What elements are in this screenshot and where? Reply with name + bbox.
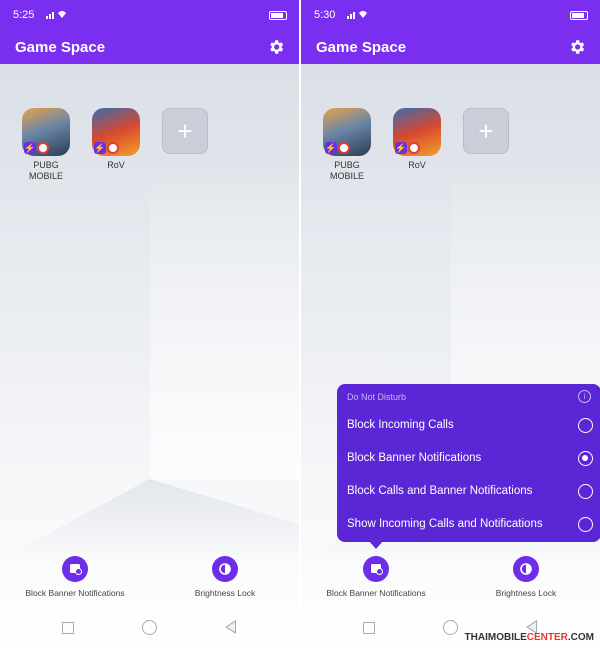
back-icon[interactable] (225, 620, 236, 634)
radio-button[interactable] (578, 517, 593, 532)
option-label: Show Incoming Calls and Notifications (347, 518, 543, 530)
gear-icon[interactable] (568, 38, 586, 56)
button-label: Brightness Lock (194, 588, 256, 598)
block-banner-notifications-button[interactable]: Block Banner Notifications (5, 556, 145, 598)
battery-icon (269, 11, 287, 20)
signal-wifi-icon (347, 10, 369, 22)
add-game-button[interactable]: + (162, 108, 208, 154)
page-title: Game Space (15, 39, 106, 56)
info-icon[interactable]: i (578, 390, 591, 403)
page-title: Game Space (316, 39, 407, 56)
game-boost-badge-icon: ⚡ (395, 142, 407, 154)
rov-app-icon: ⚡ (393, 108, 441, 156)
recent-apps-icon[interactable] (62, 622, 74, 634)
game-name: PUBG MOBILE (329, 160, 364, 181)
popup-pointer (369, 541, 383, 549)
game-tile-pubg[interactable]: ⚡ PUBG MOBILE (321, 108, 373, 182)
battery-icon (570, 11, 588, 20)
option-label: Block Calls and Banner Notifications (347, 485, 533, 497)
watermark-part: THAIMOBILE (464, 632, 527, 643)
signal-wifi-icon (46, 10, 68, 22)
option-block-calls-and-banner[interactable]: Block Calls and Banner Notifications (347, 480, 593, 504)
status-time: 5:30 (314, 9, 336, 21)
status-bar: 5:25 (0, 0, 299, 30)
add-game-button[interactable]: + (463, 108, 509, 154)
right-screen: 5:30 Game Space ⚡ PUBG MOBILE ⚡ RoV + Do… (301, 0, 600, 650)
status-time: 5:25 (13, 9, 35, 21)
home-icon[interactable] (142, 620, 157, 635)
game-boost-badge-icon: ⚡ (325, 142, 337, 154)
popup-title: Do Not Disturb (347, 392, 407, 402)
home-icon[interactable] (443, 620, 458, 635)
block-banner-notifications-button[interactable]: Block Banner Notifications (306, 556, 446, 598)
game-list: ⚡ PUBG MOBILE ⚡ RoV + (321, 108, 591, 188)
game-name: RoV (107, 160, 125, 170)
option-label: Block Incoming Calls (347, 419, 454, 431)
rov-app-icon: ⚡ (92, 108, 140, 156)
radio-button-selected[interactable] (578, 451, 593, 466)
game-center-badge-icon (408, 142, 420, 154)
block-notification-icon (363, 556, 389, 582)
gear-icon[interactable] (267, 38, 285, 56)
game-boost-badge-icon: ⚡ (94, 142, 106, 154)
block-notification-icon (62, 556, 88, 582)
game-center-badge-icon (107, 142, 119, 154)
brightness-lock-button[interactable]: Brightness Lock (155, 556, 295, 598)
watermark: THAIMOBILECENTER.COM (465, 632, 594, 643)
background-panel (150, 180, 299, 480)
option-show-calls-and-notifications[interactable]: Show Incoming Calls and Notifications (347, 513, 593, 537)
radio-button[interactable] (578, 418, 593, 433)
app-bar: Game Space (301, 30, 600, 64)
status-bar: 5:30 (301, 0, 600, 30)
button-label: Block Banner Notifications (25, 588, 125, 598)
game-list: ⚡ PUBG MOBILE ⚡ RoV + (20, 108, 290, 188)
background-floor (0, 479, 299, 560)
button-label: Block Banner Notifications (326, 588, 426, 598)
brightness-icon (513, 556, 539, 582)
brightness-lock-button[interactable]: Brightness Lock (456, 556, 596, 598)
game-name: RoV (408, 160, 426, 170)
left-screen: 5:25 Game Space ⚡ PUBG MOBILE ⚡ RoV + Bl… (0, 0, 299, 650)
navigation-bar (0, 612, 299, 648)
app-bar: Game Space (0, 30, 299, 64)
pubg-app-icon: ⚡ (323, 108, 371, 156)
button-label: Brightness Lock (495, 588, 557, 598)
radio-button[interactable] (578, 484, 593, 499)
pubg-app-icon: ⚡ (22, 108, 70, 156)
brightness-icon (212, 556, 238, 582)
option-block-incoming-calls[interactable]: Block Incoming Calls (347, 414, 593, 438)
watermark-part: .COM (567, 632, 594, 643)
game-boost-badge-icon: ⚡ (24, 142, 36, 154)
game-name: PUBG MOBILE (28, 160, 63, 181)
game-tile-pubg[interactable]: ⚡ PUBG MOBILE (20, 108, 72, 182)
watermark-part: CENTER (526, 632, 568, 643)
game-tile-rov[interactable]: ⚡ RoV (391, 108, 443, 171)
option-block-banner-notifications[interactable]: Block Banner Notifications (347, 447, 593, 471)
game-center-badge-icon (338, 142, 350, 154)
do-not-disturb-popup: Do Not Disturb i Block Incoming Calls Bl… (337, 384, 600, 542)
game-center-badge-icon (37, 142, 49, 154)
option-label: Block Banner Notifications (347, 452, 482, 464)
recent-apps-icon[interactable] (363, 622, 375, 634)
game-tile-rov[interactable]: ⚡ RoV (90, 108, 142, 171)
composite-screenshot: 5:25 Game Space ⚡ PUBG MOBILE ⚡ RoV + Bl… (0, 0, 600, 650)
